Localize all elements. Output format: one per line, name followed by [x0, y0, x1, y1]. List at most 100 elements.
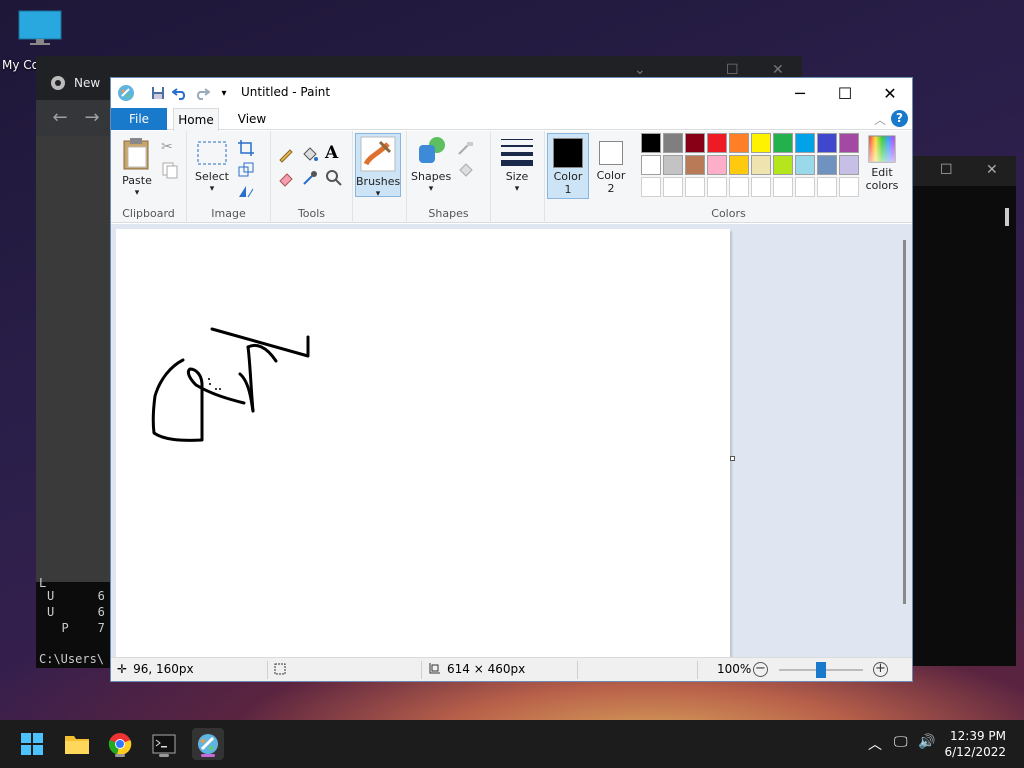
brushes-button[interactable]: Brushes ▾ [355, 133, 401, 199]
terminal-line: L [39, 576, 47, 590]
palette-swatch[interactable] [795, 133, 815, 153]
magnifier-icon[interactable] [325, 169, 343, 187]
size-button[interactable]: Size ▾ [497, 137, 537, 196]
custom-color-slot[interactable] [795, 177, 815, 197]
canvas-resize-handle[interactable] [730, 456, 735, 461]
tab-home[interactable]: Home [173, 108, 219, 131]
paste-button[interactable]: Paste ▾ [119, 137, 155, 200]
palette-swatch[interactable] [795, 155, 815, 175]
palette-swatch[interactable] [707, 133, 727, 153]
custom-color-slot[interactable] [641, 177, 661, 197]
custom-color-slot[interactable] [839, 177, 859, 197]
maximize-icon[interactable]: ☐ [940, 162, 953, 178]
custom-color-slot[interactable] [663, 177, 683, 197]
fill-bucket-icon[interactable] [301, 145, 319, 163]
back-arrow-icon[interactable]: ← [50, 108, 70, 128]
paint-app-icon[interactable] [117, 84, 135, 102]
palette-swatch[interactable] [817, 155, 837, 175]
color2-button[interactable]: Color 2 [591, 133, 631, 199]
palette-swatch[interactable] [707, 155, 727, 175]
crop-icon[interactable] [237, 139, 255, 157]
file-tab[interactable]: File [111, 108, 167, 130]
palette-swatch[interactable] [839, 133, 859, 153]
close-icon[interactable]: ✕ [986, 162, 998, 178]
size-label: Size [505, 170, 529, 183]
active-indicator [201, 754, 215, 757]
tab-view[interactable]: View [229, 108, 275, 130]
palette-swatch[interactable] [641, 155, 661, 175]
color1-button[interactable]: Color 1 [547, 133, 589, 199]
group-label: Tools [297, 207, 326, 220]
monitor-icon [18, 10, 62, 45]
dropdown-arrow-icon: ▾ [428, 184, 434, 194]
resize-icon[interactable] [237, 161, 255, 179]
start-button[interactable] [16, 728, 48, 760]
shapes-icon [419, 137, 445, 163]
redo-icon[interactable] [193, 84, 211, 102]
palette-swatch[interactable] [773, 155, 793, 175]
custom-color-slot[interactable] [751, 177, 771, 197]
palette-swatch[interactable] [641, 133, 661, 153]
help-icon[interactable]: ? [891, 110, 908, 127]
status-divider [421, 661, 422, 679]
outline-icon[interactable] [457, 139, 475, 157]
custom-color-slot[interactable] [707, 177, 727, 197]
taskbar-file-explorer[interactable] [61, 728, 93, 760]
canvas-area[interactable] [111, 224, 912, 657]
palette-swatch[interactable] [839, 155, 859, 175]
palette-swatch[interactable] [729, 133, 749, 153]
show-hidden-icons-chevron-icon[interactable]: ︿ [868, 734, 882, 754]
custom-color-slot[interactable] [685, 177, 705, 197]
edit-colors-button[interactable]: Edit colors [857, 135, 907, 192]
terminal-window[interactable]: ☐ ✕ [912, 156, 1016, 666]
customize-toolbar-icon[interactable]: ▾ [215, 84, 233, 102]
volume-icon[interactable]: 🔊 [918, 734, 935, 750]
drawing-canvas[interactable] [116, 229, 730, 657]
undo-icon[interactable] [171, 84, 189, 102]
palette-swatch[interactable] [751, 155, 771, 175]
close-icon[interactable]: ✕ [772, 62, 784, 78]
palette-swatch[interactable] [663, 133, 683, 153]
taskbar-paint[interactable] [192, 728, 224, 760]
paint-window[interactable]: ▾ Untitled - Paint ─ ☐ ✕ File Home View … [110, 77, 913, 682]
zoom-out-icon[interactable]: − [753, 662, 768, 677]
taskbar-terminal[interactable] [148, 728, 180, 760]
forward-arrow-icon[interactable]: → [82, 108, 102, 128]
shapes-button[interactable]: Shapes ▾ [411, 135, 451, 196]
close-icon[interactable]: ✕ [867, 78, 913, 108]
palette-swatch[interactable] [817, 133, 837, 153]
custom-color-slot[interactable] [773, 177, 793, 197]
custom-color-slot[interactable] [817, 177, 837, 197]
palette-swatch[interactable] [685, 133, 705, 153]
palette-swatch[interactable] [729, 155, 749, 175]
pencil-icon[interactable] [277, 145, 295, 163]
palette-swatch[interactable] [773, 133, 793, 153]
terminal-scrollbar[interactable] [1005, 208, 1009, 226]
color-picker-icon[interactable] [301, 169, 319, 187]
minimize-icon[interactable]: ─ [777, 78, 823, 108]
vertical-scrollbar[interactable] [903, 240, 906, 604]
fill-icon[interactable] [457, 161, 475, 179]
zoom-in-icon[interactable]: + [873, 662, 888, 677]
save-icon[interactable] [149, 84, 167, 102]
maximize-icon[interactable]: ☐ [822, 78, 868, 108]
maximize-icon[interactable]: ☐ [726, 62, 739, 78]
select-button[interactable]: Select ▾ [195, 139, 229, 196]
palette-swatch[interactable] [751, 133, 771, 153]
eraser-icon[interactable] [277, 169, 295, 187]
text-tool-icon[interactable]: A [325, 143, 343, 163]
palette-swatch[interactable] [663, 155, 683, 175]
network-icon[interactable]: 🖵 [894, 734, 908, 750]
cut-icon[interactable]: ✂ [161, 139, 179, 157]
collapse-ribbon-icon[interactable]: ︿ [874, 111, 886, 128]
chevron-down-icon[interactable]: ⌄ [634, 62, 646, 78]
zoom-slider-thumb[interactable] [816, 662, 826, 678]
custom-color-slot[interactable] [729, 177, 749, 197]
ribbon-tabs: File Home View ︿ ? [111, 108, 912, 131]
taskbar-chrome[interactable] [104, 728, 136, 760]
select-label: Select [195, 170, 229, 183]
copy-icon[interactable] [161, 161, 179, 179]
rotate-icon[interactable] [237, 183, 255, 201]
palette-swatch[interactable] [685, 155, 705, 175]
system-clock[interactable]: 12:39 PM 6/12/2022 [944, 728, 1006, 760]
